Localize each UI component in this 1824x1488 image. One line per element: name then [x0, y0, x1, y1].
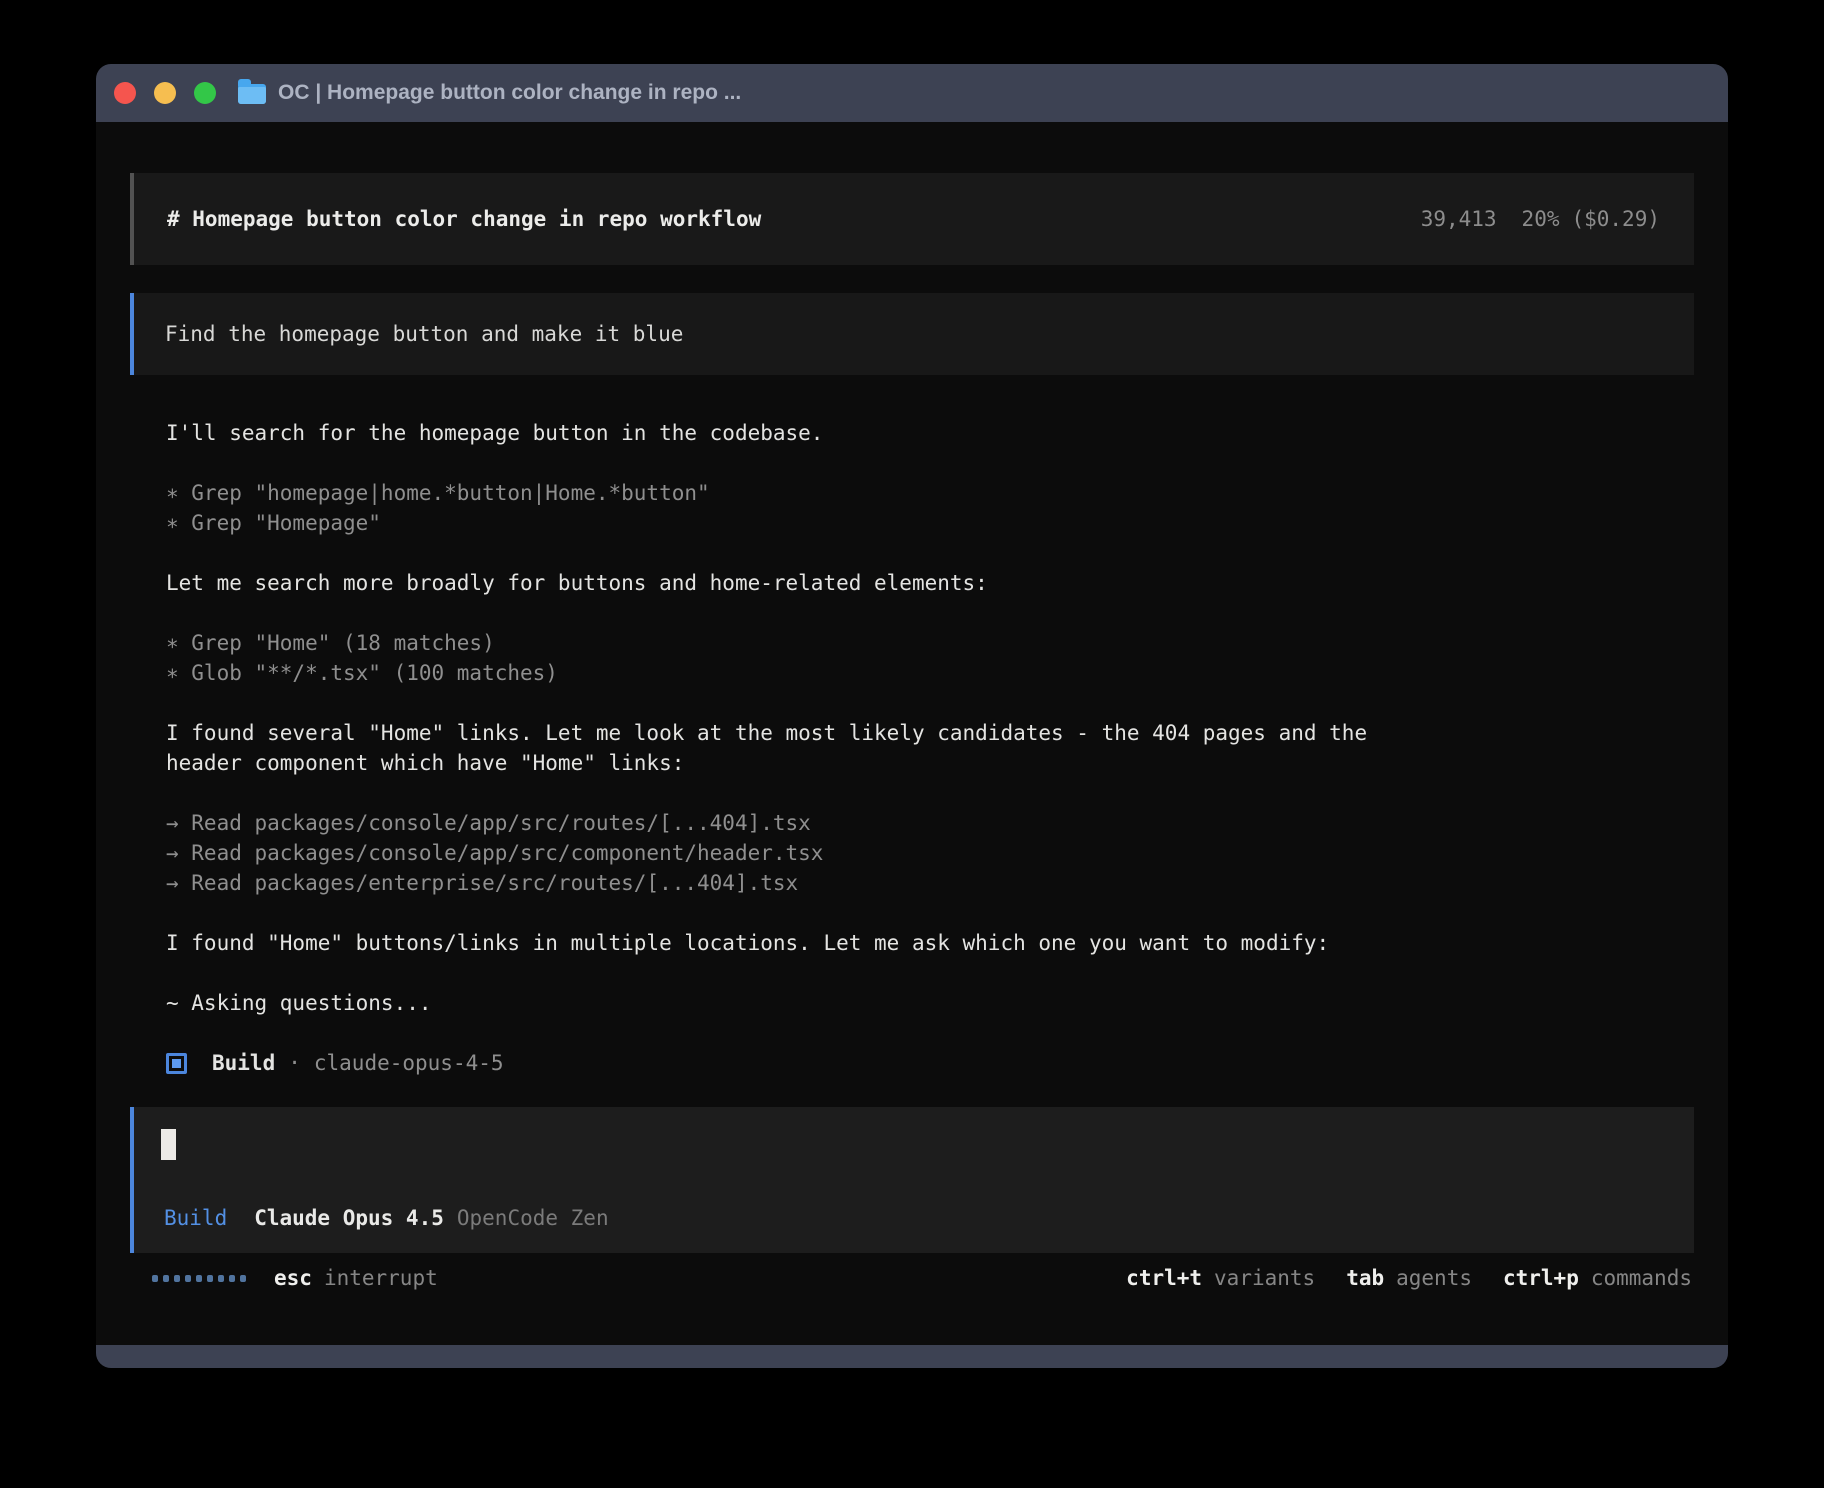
tool-call-grep: ∗ Grep "homepage|home.*button|Home.*butt… [166, 478, 1406, 508]
tool-call-read: → Read packages/console/app/src/componen… [166, 838, 1406, 868]
desktop-background: OC | Homepage button color change in rep… [0, 0, 1824, 1488]
folder-icon [238, 84, 266, 104]
esc-key-hint: esc [274, 1266, 312, 1290]
agent-name: Build [212, 1051, 275, 1075]
tool-call-group: → Read packages/console/app/src/routes/[… [166, 808, 1406, 898]
session-title: # Homepage button color change in repo w… [167, 207, 761, 231]
conversation: I'll search for the homepage button in t… [130, 418, 1694, 1078]
assistant-text: I found several "Home" links. Let me loo… [166, 718, 1406, 778]
shortcut-commands: ctrl+pcommands [1503, 1266, 1692, 1290]
prompt-input[interactable]: Build Claude Opus 4.5 OpenCode Zen [130, 1107, 1694, 1253]
tool-call-read: → Read packages/console/app/src/routes/[… [166, 808, 1406, 838]
provider-name: OpenCode Zen [457, 1206, 609, 1230]
session-cost: ($0.29) [1571, 207, 1660, 231]
zoom-button[interactable] [194, 82, 216, 104]
statusbar-right: ctrl+tvariants tabagents ctrl+pcommands [1095, 1266, 1692, 1290]
statusbar: esc interrupt ctrl+tvariants tabagents c… [130, 1263, 1694, 1293]
tool-call-grep: ∗ Grep "Home" (18 matches) [166, 628, 1406, 658]
user-message: Find the homepage button and make it blu… [130, 293, 1694, 375]
model-name: Claude Opus 4.5 [254, 1206, 444, 1230]
traffic-lights [114, 82, 216, 104]
agent-badge: Build · claude-opus-4-5 [166, 1048, 1694, 1078]
text-cursor [161, 1129, 176, 1160]
spinner-dots [152, 1275, 246, 1282]
user-message-text: Find the homepage button and make it blu… [165, 322, 683, 346]
tool-call-grep: ∗ Grep "Homepage" [166, 508, 1406, 538]
context-percent: 20% [1522, 207, 1560, 231]
tool-call-group: ∗ Grep "Home" (18 matches) ∗ Glob "**/*.… [166, 628, 1406, 688]
shortcut-variants: ctrl+tvariants [1126, 1266, 1315, 1290]
session-header: # Homepage button color change in repo w… [130, 173, 1694, 265]
build-agent-icon [166, 1053, 187, 1074]
tool-call-glob: ∗ Glob "**/*.tsx" (100 matches) [166, 658, 1406, 688]
terminal-window: OC | Homepage button color change in rep… [96, 64, 1728, 1368]
window-footer-strip [96, 1345, 1728, 1368]
assistant-text: Let me search more broadly for buttons a… [166, 568, 1406, 598]
shortcut-agents: tabagents [1346, 1266, 1472, 1290]
esc-key-label: interrupt [324, 1266, 438, 1290]
agent-model: claude-opus-4-5 [314, 1051, 504, 1075]
assistant-text: I found "Home" buttons/links in multiple… [166, 928, 1406, 958]
titlebar: OC | Homepage button color change in rep… [96, 64, 1728, 122]
assistant-text: I'll search for the homepage button in t… [166, 418, 1406, 448]
terminal-content: # Homepage button color change in repo w… [96, 173, 1728, 1293]
composer-meta: Build Claude Opus 4.5 OpenCode Zen [161, 1206, 1664, 1230]
tool-call-group: ∗ Grep "homepage|home.*button|Home.*butt… [166, 478, 1406, 538]
agent-mode: Build [164, 1206, 227, 1230]
window-title: OC | Homepage button color change in rep… [278, 81, 741, 105]
session-stats: 39,413 20% ($0.29) [1421, 207, 1660, 231]
close-button[interactable] [114, 82, 136, 104]
minimize-button[interactable] [154, 82, 176, 104]
tool-call-read: → Read packages/enterprise/src/routes/[.… [166, 868, 1406, 898]
separator-dot: · [288, 1051, 301, 1075]
token-count: 39,413 [1421, 207, 1497, 231]
status-text: ~ Asking questions... [166, 988, 1406, 1018]
statusbar-left: esc interrupt [152, 1266, 438, 1290]
